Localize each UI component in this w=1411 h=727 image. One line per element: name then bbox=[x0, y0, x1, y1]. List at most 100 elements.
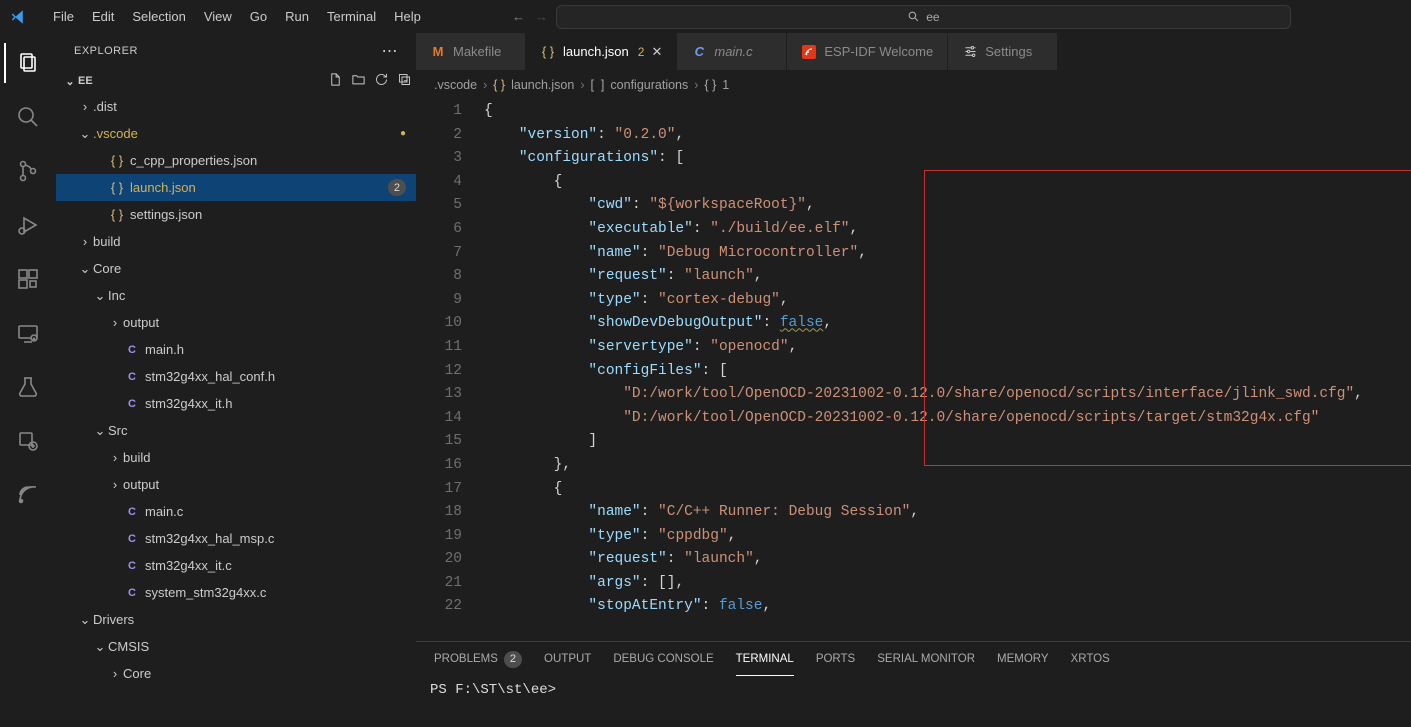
tab-label: ESP-IDF Welcome bbox=[824, 44, 933, 59]
folder-CMSIS[interactable]: ⌄CMSIS bbox=[56, 633, 416, 660]
code-line[interactable]: 5 "cwd": "${workspaceRoot}", bbox=[416, 194, 1411, 218]
folder-Core[interactable]: ⌄Core bbox=[56, 255, 416, 282]
code-line[interactable]: 22 "stopAtEntry": false, bbox=[416, 595, 1411, 619]
activity-espressif-icon[interactable] bbox=[4, 475, 52, 515]
code-line[interactable]: 18 "name": "C/C++ Runner: Debug Session"… bbox=[416, 501, 1411, 525]
panel-tab-debug-console[interactable]: DEBUG CONSOLE bbox=[613, 642, 713, 676]
code-line[interactable]: 14 "D:/work/tool/OpenOCD-20231002-0.12.0… bbox=[416, 407, 1411, 431]
panel-tab-memory[interactable]: MEMORY bbox=[997, 642, 1049, 676]
new-folder-icon[interactable] bbox=[351, 72, 366, 90]
folder-Src[interactable]: ⌄Src bbox=[56, 417, 416, 444]
code-line[interactable]: 3 "configurations": [ bbox=[416, 147, 1411, 171]
nav-back-icon[interactable]: ← bbox=[512, 9, 525, 24]
menu-file[interactable]: File bbox=[44, 0, 83, 33]
new-file-icon[interactable] bbox=[328, 72, 343, 90]
tree-item-label: main.c bbox=[145, 504, 183, 519]
file-settings.json[interactable]: { }settings.json bbox=[56, 201, 416, 228]
menu-go[interactable]: Go bbox=[241, 0, 276, 33]
workspace-root-header[interactable]: ⌄ EE bbox=[56, 69, 416, 93]
close-icon[interactable]: ✕ bbox=[651, 44, 662, 60]
activity-extensions-icon[interactable] bbox=[4, 259, 52, 299]
activity-remote-icon[interactable] bbox=[4, 313, 52, 353]
activity-explorer-icon[interactable] bbox=[4, 43, 52, 83]
code-line[interactable]: 2 "version": "0.2.0", bbox=[416, 124, 1411, 148]
menu-view[interactable]: View bbox=[195, 0, 241, 33]
code-line[interactable]: 13 "D:/work/tool/OpenOCD-20231002-0.12.0… bbox=[416, 383, 1411, 407]
folder-build[interactable]: ›build bbox=[56, 228, 416, 255]
panel-tab-label: PROBLEMS bbox=[434, 653, 498, 665]
code-line[interactable]: 17 { bbox=[416, 478, 1411, 502]
code-line[interactable]: 20 "request": "launch", bbox=[416, 548, 1411, 572]
panel-tab-ports[interactable]: PORTS bbox=[816, 642, 855, 676]
menu-edit[interactable]: Edit bbox=[83, 0, 123, 33]
code-editor[interactable]: 1{2 "version": "0.2.0",3 "configurations… bbox=[416, 98, 1411, 641]
code-line[interactable]: 12 "configFiles": [ bbox=[416, 360, 1411, 384]
line-number: 1 bbox=[416, 100, 484, 124]
tab-settings[interactable]: Settings bbox=[948, 33, 1058, 70]
collapse-all-icon[interactable] bbox=[397, 72, 412, 90]
file-launch.json[interactable]: { }launch.json2 bbox=[56, 174, 416, 201]
code-line[interactable]: 10 "showDevDebugOutput": false, bbox=[416, 312, 1411, 336]
folder-Drivers[interactable]: ⌄Drivers bbox=[56, 606, 416, 633]
tab-esp-idf-welcome[interactable]: ESP-IDF Welcome bbox=[787, 33, 948, 70]
menu-terminal[interactable]: Terminal bbox=[318, 0, 385, 33]
line-number: 13 bbox=[416, 383, 484, 407]
activity-testing-icon[interactable] bbox=[4, 367, 52, 407]
terminal-output[interactable]: PS F:\ST\st\ee> bbox=[416, 676, 1411, 727]
activity-debug-icon[interactable] bbox=[4, 205, 52, 245]
line-number: 10 bbox=[416, 312, 484, 336]
line-number: 22 bbox=[416, 595, 484, 619]
folder-build[interactable]: ›build bbox=[56, 444, 416, 471]
line-number: 18 bbox=[416, 501, 484, 525]
activity-source-control-icon[interactable] bbox=[4, 151, 52, 191]
folder-.vscode[interactable]: ⌄.vscode bbox=[56, 120, 416, 147]
code-line[interactable]: 6 "executable": "./build/ee.elf", bbox=[416, 218, 1411, 242]
code-line[interactable]: 11 "servertype": "openocd", bbox=[416, 336, 1411, 360]
file-stm32g4xx_hal_msp.c[interactable]: Cstm32g4xx_hal_msp.c bbox=[56, 525, 416, 552]
breadcrumb[interactable]: .vscode › { } launch.json › [ ] configur… bbox=[416, 71, 1411, 98]
panel-tab-terminal[interactable]: TERMINAL bbox=[736, 642, 794, 676]
code-line[interactable]: 19 "type": "cppdbg", bbox=[416, 525, 1411, 549]
file-system_stm32g4xx.c[interactable]: Csystem_stm32g4xx.c bbox=[56, 579, 416, 606]
nav-forward-icon[interactable]: → bbox=[535, 9, 548, 24]
panel-tab-serial-monitor[interactable]: SERIAL MONITOR bbox=[877, 642, 975, 676]
code-line[interactable]: 9 "type": "cortex-debug", bbox=[416, 289, 1411, 313]
tab-launch-json[interactable]: { }launch.json2✕ bbox=[526, 33, 677, 70]
file-main.h[interactable]: Cmain.h bbox=[56, 336, 416, 363]
breadcrumb-seg[interactable]: launch.json bbox=[511, 78, 574, 92]
menu-selection[interactable]: Selection bbox=[123, 0, 194, 33]
code-line[interactable]: 21 "args": [], bbox=[416, 572, 1411, 596]
tab-makefile[interactable]: MMakefile bbox=[416, 33, 526, 70]
folder-output[interactable]: ›output bbox=[56, 309, 416, 336]
folder-Core[interactable]: ›Core bbox=[56, 660, 416, 687]
panel-tab-problems[interactable]: PROBLEMS2 bbox=[434, 642, 522, 676]
breadcrumb-seg[interactable]: 1 bbox=[722, 78, 729, 92]
code-line[interactable]: 4 { bbox=[416, 171, 1411, 195]
command-center-search[interactable]: ee bbox=[556, 5, 1291, 29]
file-stm32g4xx_it.h[interactable]: Cstm32g4xx_it.h bbox=[56, 390, 416, 417]
folder-.dist[interactable]: ›.dist bbox=[56, 93, 416, 120]
folder-output[interactable]: ›output bbox=[56, 471, 416, 498]
menu-help[interactable]: Help bbox=[385, 0, 430, 33]
file-stm32g4xx_it.c[interactable]: Cstm32g4xx_it.c bbox=[56, 552, 416, 579]
activity-esp-config-icon[interactable] bbox=[4, 421, 52, 461]
folder-Inc[interactable]: ⌄Inc bbox=[56, 282, 416, 309]
breadcrumb-seg[interactable]: configurations bbox=[610, 78, 688, 92]
refresh-icon[interactable] bbox=[374, 72, 389, 90]
tab-main-c[interactable]: Cmain.c bbox=[677, 33, 787, 70]
file-c_cpp_properties.json[interactable]: { }c_cpp_properties.json bbox=[56, 147, 416, 174]
code-line[interactable]: 15 ] bbox=[416, 430, 1411, 454]
panel-tab-xrtos[interactable]: XRTOS bbox=[1071, 642, 1110, 676]
code-line[interactable]: 8 "request": "launch", bbox=[416, 265, 1411, 289]
tab-label: main.c bbox=[714, 44, 752, 59]
file-main.c[interactable]: Cmain.c bbox=[56, 498, 416, 525]
file-stm32g4xx_hal_conf.h[interactable]: Cstm32g4xx_hal_conf.h bbox=[56, 363, 416, 390]
sidebar-more-icon[interactable]: ⋯ bbox=[382, 41, 399, 61]
code-line[interactable]: 16 }, bbox=[416, 454, 1411, 478]
menu-run[interactable]: Run bbox=[276, 0, 318, 33]
breadcrumb-seg[interactable]: .vscode bbox=[434, 78, 477, 92]
code-line[interactable]: 7 "name": "Debug Microcontroller", bbox=[416, 242, 1411, 266]
panel-tab-output[interactable]: OUTPUT bbox=[544, 642, 591, 676]
activity-search-icon[interactable] bbox=[4, 97, 52, 137]
code-line[interactable]: 1{ bbox=[416, 100, 1411, 124]
